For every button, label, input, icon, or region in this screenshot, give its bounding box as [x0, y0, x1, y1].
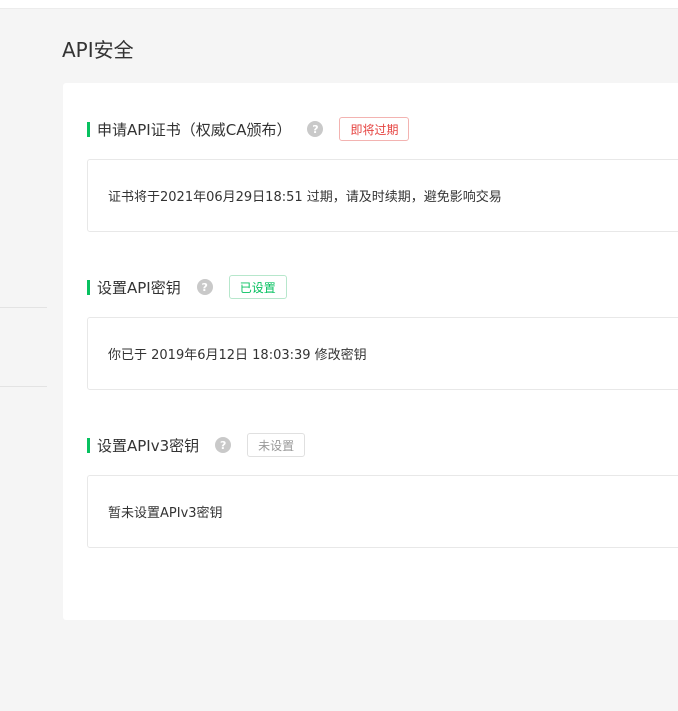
info-box-api-key: 你已于 2019年6月12日 18:03:39 修改密钥	[87, 317, 678, 390]
section-title: 申请API证书（权威CA颁布）	[97, 120, 292, 139]
info-box-apiv3-key: 暂未设置APIv3密钥	[87, 475, 678, 548]
info-box-api-certificate: 证书将于2021年06月29日18:51 过期，请及时续期，避免影响交易	[87, 159, 678, 232]
status-badge: 未设置	[247, 433, 306, 457]
section-apiv3-key-header: 设置APIv3密钥 ? 未设置	[87, 432, 306, 458]
section-api-key-header: 设置API密钥 ? 已设置	[87, 274, 287, 300]
section-title: 设置APIv3密钥	[97, 436, 200, 455]
page-title: API安全	[62, 38, 134, 62]
top-bar	[0, 0, 678, 9]
section-title: 设置API密钥	[97, 278, 181, 297]
accent-bar	[87, 437, 90, 453]
status-badge: 即将过期	[339, 117, 410, 141]
accent-bar	[87, 121, 90, 137]
sidebar-divider	[0, 386, 47, 387]
sidebar-divider	[0, 307, 47, 308]
info-message: 证书将于2021年06月29日18:51 过期，请及时续期，避免影响交易	[108, 190, 502, 205]
question-icon[interactable]: ?	[307, 121, 324, 137]
status-badge: 已设置	[228, 275, 287, 299]
api-security-card: 申请API证书（权威CA颁布） ? 即将过期 证书将于2021年06月29日18…	[63, 83, 678, 620]
question-icon[interactable]: ?	[215, 437, 232, 453]
question-icon[interactable]: ?	[196, 279, 213, 295]
section-api-certificate-header: 申请API证书（权威CA颁布） ? 即将过期	[87, 116, 410, 142]
info-message: 你已于 2019年6月12日 18:03:39 修改密钥	[108, 348, 367, 363]
accent-bar	[87, 279, 90, 295]
info-message: 暂未设置APIv3密钥	[108, 506, 223, 521]
